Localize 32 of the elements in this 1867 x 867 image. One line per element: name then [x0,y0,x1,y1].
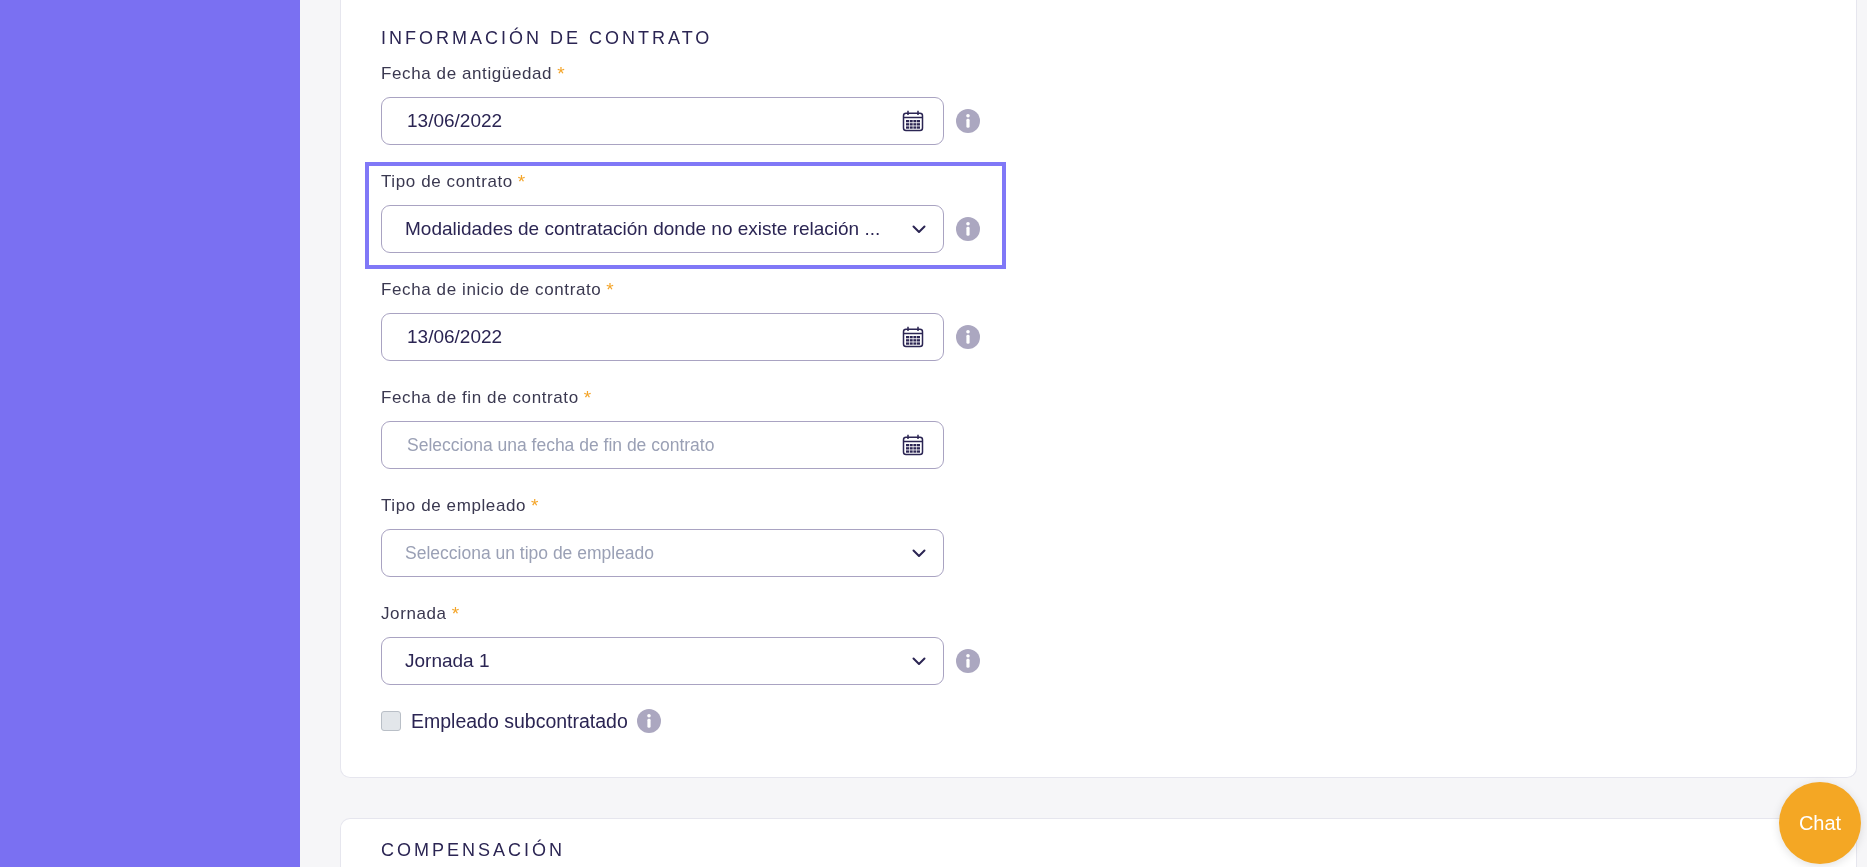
date-field[interactable]: Selecciona una fecha de fin de contrato [381,421,944,469]
required-mark: * [517,171,526,192]
required-mark: * [583,387,592,408]
date-field[interactable]: 13/06/2022 [381,313,944,361]
calendar-icon[interactable] [902,434,924,456]
info-icon[interactable] [636,709,661,733]
field-label: Tipo de contrato [381,171,513,192]
checkbox[interactable] [381,711,401,731]
select-field[interactable]: Modalidades de contratación donde no existe relación ... [381,205,944,253]
chevron-down-icon [912,224,926,234]
info-icon[interactable] [956,325,980,349]
field-label: Fecha de antigüedad [381,63,553,84]
date-field[interactable]: 13/06/2022 [381,97,944,145]
field-label: Fecha de inicio de contrato [381,279,602,300]
checkbox-label[interactable]: Empleado subcontratado [411,709,628,733]
section-heading: COMPENSACIÓN [381,839,566,861]
chevron-down-icon [912,548,926,558]
info-icon[interactable] [956,109,980,133]
info-icon[interactable] [956,649,980,673]
section-heading: INFORMACIÓN DE CONTRATO [381,27,713,49]
field-label: Tipo de empleado [381,495,527,516]
chevron-down-icon [912,656,926,666]
field-label: Fecha de fin de contrato [381,387,579,408]
select-field[interactable]: Jornada 1 [381,637,944,685]
required-mark: * [531,495,539,516]
calendar-icon[interactable] [902,326,924,348]
required-mark: * [451,603,460,624]
required-mark: * [557,63,565,84]
field-label: Jornada [381,603,447,624]
required-mark: * [606,279,614,300]
calendar-icon[interactable] [902,110,924,132]
info-icon[interactable] [956,217,980,241]
